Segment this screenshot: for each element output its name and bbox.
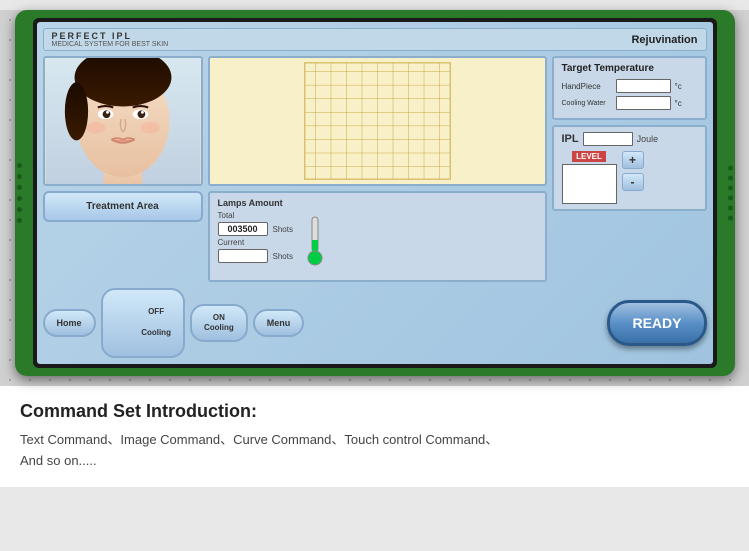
lamps-total-label: Total — [218, 211, 260, 220]
treatment-area-button[interactable]: Treatment Area — [43, 191, 203, 222]
lamps-current-unit: Shots — [273, 252, 293, 261]
temp-title: Target Temperature — [562, 63, 697, 74]
lamps-title: Lamps Amount — [218, 198, 537, 208]
face-svg — [45, 58, 201, 184]
left-column: Treatment Area — [43, 56, 203, 282]
lamps-panel: Lamps Amount Total 003500 Shots — [208, 191, 547, 282]
menu-button[interactable]: Menu — [253, 309, 305, 337]
hole-dot — [17, 196, 22, 201]
thermometer-svg — [306, 215, 324, 270]
main-content: Treatment Area — [43, 56, 707, 282]
header-bar: PERFECT IPL MEDICAL SYSTEM FOR BEST SKIN… — [43, 28, 707, 51]
text-title: Command Set Introduction: — [20, 401, 729, 422]
bottom-buttons-section: Home OFF Cooling ON Cooling Menu READY — [43, 288, 707, 358]
lamps-total-value-row: 003500 Shots — [218, 222, 293, 236]
ipl-label: IPL — [562, 133, 579, 145]
text-body-line1: Text Command、Image Command、Curve Command… — [20, 432, 498, 447]
hole-dot — [17, 207, 22, 212]
hole-dot — [728, 185, 733, 190]
level-label-area: LEVEL — [562, 151, 617, 204]
hole-dot — [728, 165, 733, 170]
middle-column: Lamps Amount Total 003500 Shots — [208, 56, 547, 282]
off-cooling-label: OFF — [148, 307, 164, 316]
handpiece-unit: °c — [675, 82, 682, 91]
lamps-total-value: 003500 — [218, 222, 268, 236]
ipl-unit: Joule — [637, 134, 659, 144]
hole-dot — [17, 185, 22, 190]
mode-title: Rejuvination — [631, 34, 697, 46]
right-column: Target Temperature HandPiece °c Cooling … — [552, 56, 707, 282]
handpiece-input[interactable] — [616, 79, 671, 93]
hole-dot — [728, 175, 733, 180]
level-plus-button[interactable]: + — [622, 151, 644, 169]
on-cooling-sublabel: Cooling — [204, 323, 234, 332]
on-cooling-button[interactable]: ON Cooling — [190, 304, 248, 343]
grid-svg — [210, 58, 545, 184]
face-image-box — [43, 56, 203, 186]
mounting-holes-left — [17, 163, 22, 223]
lamps-total-unit: Shots — [273, 225, 293, 234]
lcd-screen: PERFECT IPL MEDICAL SYSTEM FOR BEST SKIN… — [37, 22, 713, 364]
device-frame: PERFECT IPL MEDICAL SYSTEM FOR BEST SKIN… — [15, 10, 735, 376]
lamps-total-row: Total — [218, 211, 293, 220]
lamps-current-value — [218, 249, 268, 263]
temperature-panel: Target Temperature HandPiece °c Cooling … — [552, 56, 707, 120]
hole-dot — [728, 195, 733, 200]
hole-dot — [17, 218, 22, 223]
level-minus-button[interactable]: - — [622, 173, 644, 191]
level-buttons: + - — [622, 151, 644, 191]
thermometer-container — [306, 215, 324, 275]
home-button[interactable]: Home — [43, 309, 96, 337]
cooling-water-row: Cooling Water °c — [562, 96, 697, 110]
ipl-row: IPL Joule — [562, 132, 697, 146]
page-wrapper: PERFECT IPL MEDICAL SYSTEM FOR BEST SKIN… — [0, 10, 749, 487]
handpiece-label: HandPiece — [562, 82, 612, 91]
hole-dot — [17, 174, 22, 179]
brand-subtitle: MEDICAL SYSTEM FOR BEST SKIN — [52, 41, 169, 48]
grid-chart — [208, 56, 547, 186]
cooling-water-input[interactable] — [616, 96, 671, 110]
ipl-input[interactable] — [583, 132, 633, 146]
text-body: Text Command、Image Command、Curve Command… — [20, 430, 729, 472]
level-display — [562, 164, 617, 204]
level-section: LEVEL + - — [562, 151, 697, 204]
ipl-panel: IPL Joule LEVEL + — [552, 125, 707, 211]
mounting-holes-right — [728, 165, 733, 220]
hole-dot — [17, 163, 22, 168]
hole-dot — [728, 205, 733, 210]
text-content: Command Set Introduction: Text Command、I… — [0, 386, 749, 487]
header-left: PERFECT IPL MEDICAL SYSTEM FOR BEST SKIN — [52, 31, 169, 48]
on-cooling-label: ON — [213, 313, 225, 322]
level-label: LEVEL — [572, 151, 606, 162]
lamps-current-value-row: Shots — [218, 249, 293, 263]
hole-dot — [728, 215, 733, 220]
screen-bezel: PERFECT IPL MEDICAL SYSTEM FOR BEST SKIN… — [33, 18, 717, 368]
cooling-water-label: Cooling Water — [562, 100, 612, 107]
cooling-water-unit: °c — [675, 99, 682, 108]
off-cooling-sublabel: Cooling — [141, 328, 171, 337]
off-cooling-button[interactable]: OFF Cooling — [101, 288, 185, 358]
ready-button[interactable]: READY — [607, 300, 706, 346]
brand-title: PERFECT IPL — [52, 31, 169, 41]
text-body-line2: And so on..... — [20, 453, 97, 468]
lamps-current-label: Current — [218, 238, 260, 247]
lamps-current-row: Current — [218, 238, 293, 247]
handpiece-row: HandPiece °c — [562, 79, 697, 93]
